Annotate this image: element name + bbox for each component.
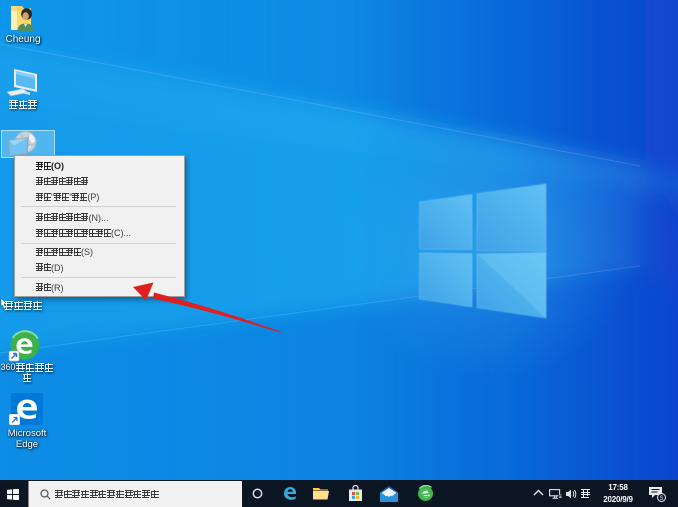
svg-text:S: S xyxy=(659,496,663,502)
